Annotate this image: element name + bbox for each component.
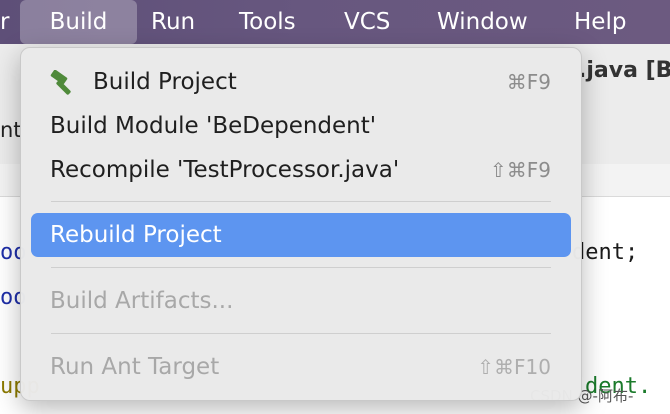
menu-bar-item-run[interactable]: Run: [151, 0, 195, 44]
menu-item-recompile[interactable]: Recompile 'TestProcessor.java' ⇧⌘F9: [31, 148, 571, 192]
menu-item-label: Recompile 'TestProcessor.java': [50, 157, 400, 183]
menu-item-run-ant-target[interactable]: Run Ant Target ⇧⌘F10: [31, 345, 571, 389]
menu-item-build-project[interactable]: Build Project ⌘F9: [31, 60, 571, 104]
menu-item-shortcut: ⇧⌘F10: [477, 355, 551, 379]
menu-item-shortcut: ⇧⌘F9: [490, 158, 551, 182]
window-title-fragment: .java [B: [578, 58, 670, 83]
hammer-icon: [50, 70, 71, 95]
menu-item-shortcut: ⌘F9: [506, 70, 551, 94]
menu-item-label: Build Artifacts...: [50, 288, 234, 314]
menu-item-build-module[interactable]: Build Module 'BeDependent': [31, 104, 571, 148]
menu-bar-item-help[interactable]: Help: [574, 0, 626, 44]
menu-item-label: Rebuild Project: [50, 222, 222, 248]
menu-item-build-artifacts[interactable]: Build Artifacts...: [31, 279, 571, 323]
menu-bar-item-previous[interactable]: r: [0, 0, 9, 44]
menu-separator: [51, 201, 551, 202]
menu-bar-item-vcs[interactable]: VCS: [344, 0, 390, 44]
menu-bar: r Build Run Tools VCS Window Help: [0, 0, 670, 44]
menu-bar-item-window[interactable]: Window: [437, 0, 528, 44]
menu-item-label: Run Ant Target: [50, 354, 220, 380]
menu-item-rebuild-project[interactable]: Rebuild Project: [31, 213, 571, 257]
menu-separator: [51, 267, 551, 268]
toolbar-text-fragment: nt: [0, 118, 22, 142]
build-menu: Build Project ⌘F9 Build Module 'BeDepend…: [20, 47, 582, 401]
menu-bar-item-build[interactable]: Build: [20, 0, 137, 44]
menu-bar-item-tools[interactable]: Tools: [239, 0, 296, 44]
menu-item-label: Build Project: [93, 69, 237, 95]
menu-item-label: Build Module 'BeDependent': [50, 113, 377, 139]
menu-separator: [51, 333, 551, 334]
